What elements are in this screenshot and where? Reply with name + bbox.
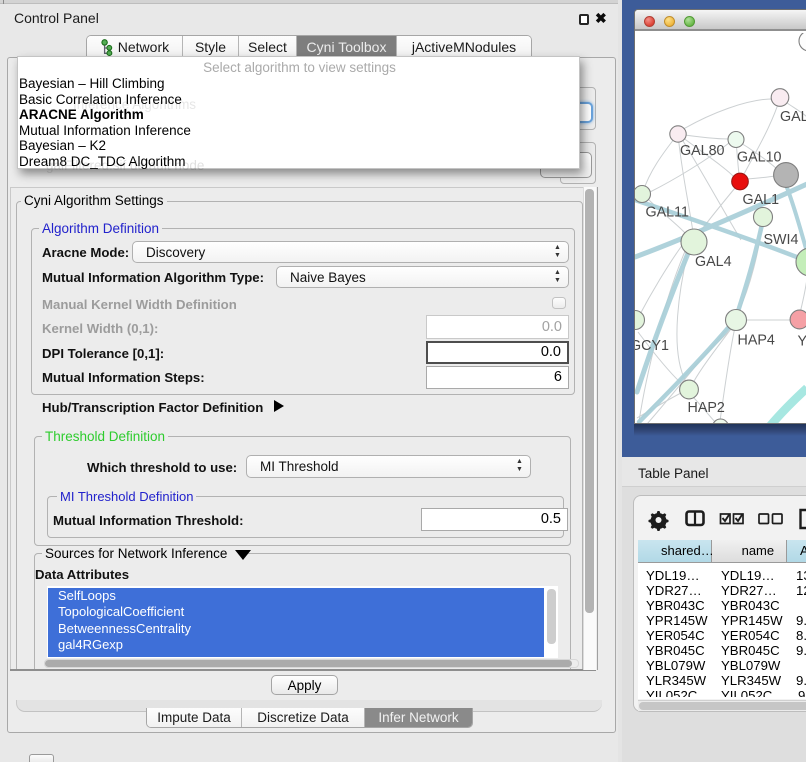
svg-text:GAL11: GAL11 — [646, 205, 689, 221]
svg-text:GAL1: GAL1 — [743, 192, 780, 208]
svg-text:HAP4: HAP4 — [738, 333, 775, 349]
svg-text:GAL10: GAL10 — [737, 150, 782, 166]
svg-text:SWI4: SWI4 — [764, 232, 799, 248]
svg-text:GAL80: GAL80 — [680, 143, 725, 159]
svg-text:GAL4: GAL4 — [695, 254, 732, 270]
svg-text:Y: Y — [798, 334, 806, 350]
svg-text:GAL: GAL — [780, 109, 806, 125]
svg-text:HAP2: HAP2 — [688, 400, 725, 416]
svg-text:GCY1: GCY1 — [635, 338, 669, 354]
